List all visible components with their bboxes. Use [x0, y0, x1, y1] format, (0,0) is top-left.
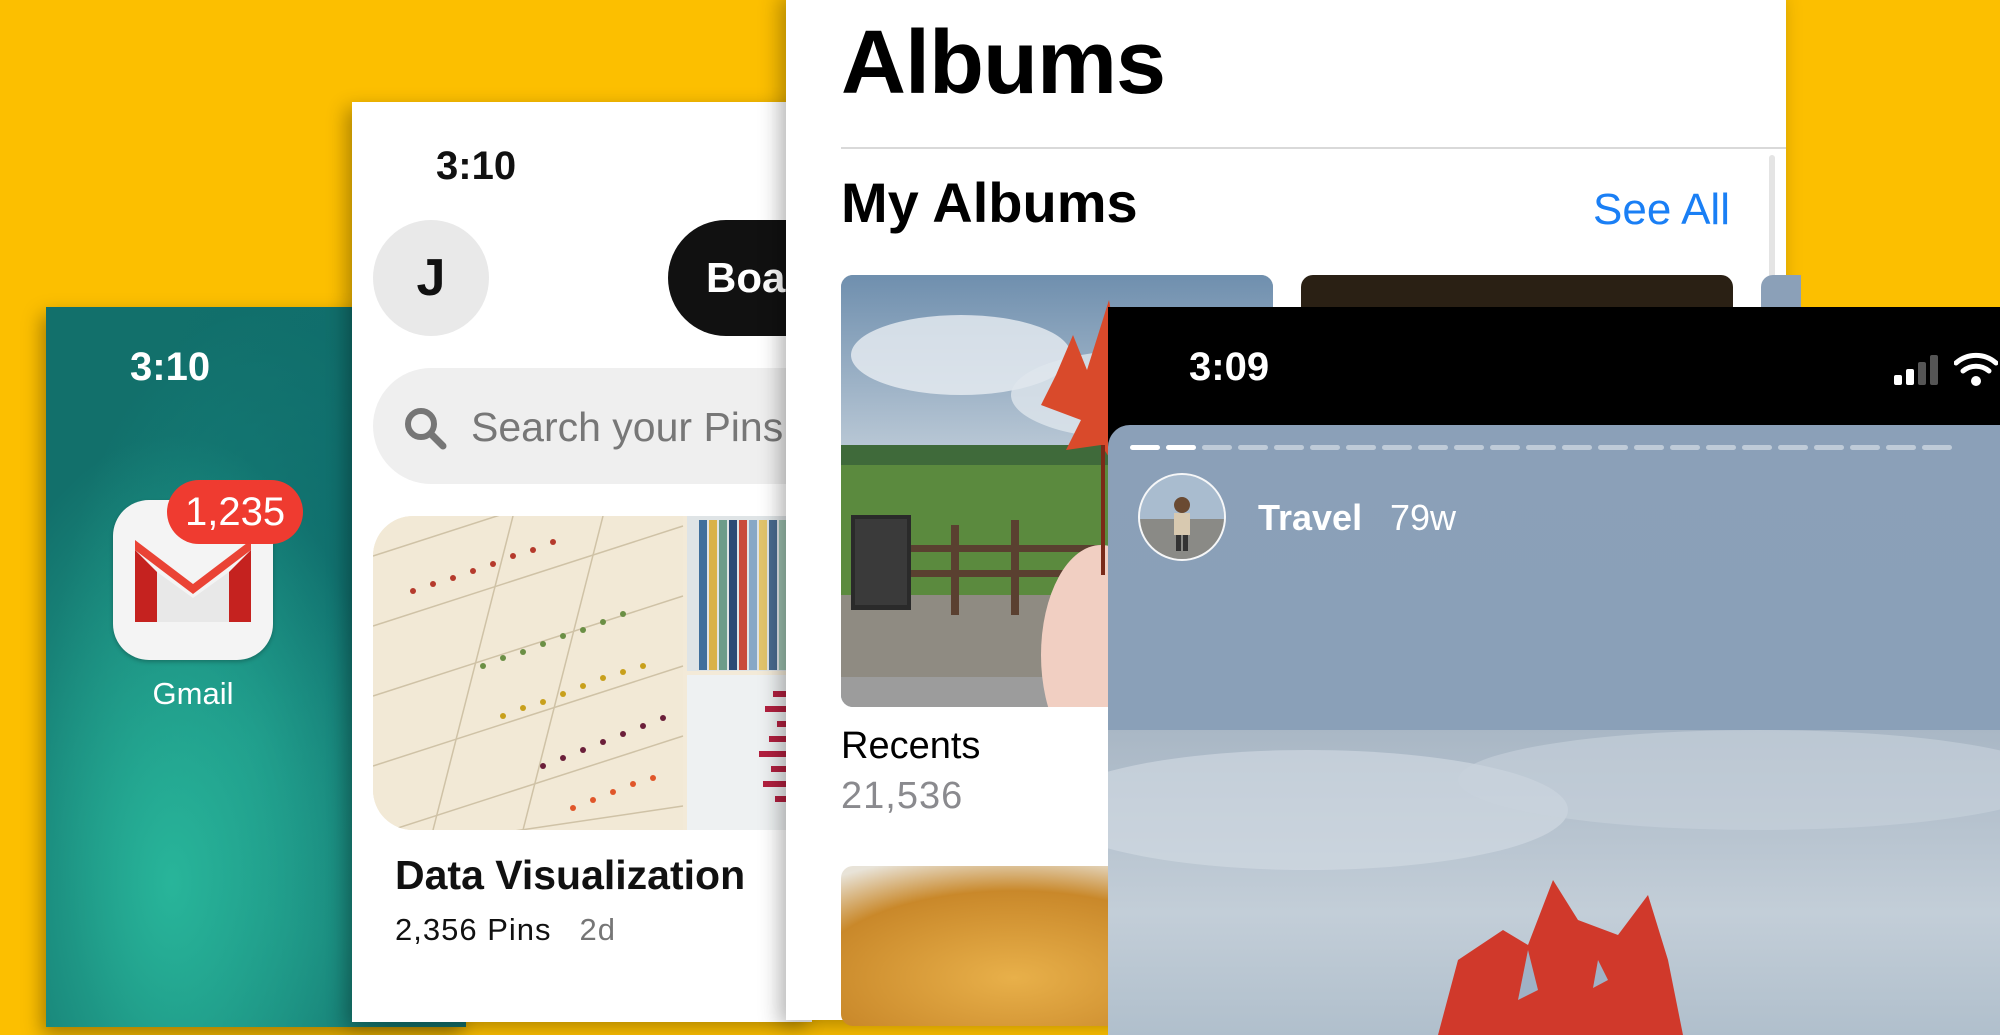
- story-username[interactable]: Travel: [1258, 497, 1362, 539]
- story-progress-segment: [1814, 445, 1844, 450]
- story-viewer-screen: 3:09 Travel 79w: [1108, 307, 2000, 1035]
- notification-badge: 1,235: [167, 480, 304, 544]
- search-icon: [405, 408, 447, 450]
- story-age: 79w: [1390, 497, 1457, 538]
- page-title: Albums: [841, 13, 1166, 113]
- board-meta: 2,356 Pins 2d: [395, 912, 616, 948]
- story-progress-segment: [1130, 445, 1160, 450]
- story-progress-segment: [1418, 445, 1448, 450]
- section-heading: My Albums: [841, 171, 1138, 234]
- profile-avatar[interactable]: J: [373, 220, 489, 336]
- story-progress-segment: [1238, 445, 1268, 450]
- status-bar-time: 3:10: [130, 345, 211, 389]
- story-progress-segment: [1310, 445, 1340, 450]
- story-card[interactable]: Travel 79w: [1108, 425, 2000, 1035]
- gmail-app[interactable]: 1,235 Gmail: [113, 480, 304, 720]
- board-cover-image[interactable]: [373, 516, 833, 830]
- see-all-link[interactable]: See All: [1593, 185, 1730, 235]
- story-progress-segment: [1670, 445, 1700, 450]
- story-progress-segment: [1562, 445, 1592, 450]
- story-avatar[interactable]: [1138, 473, 1226, 561]
- story-progress-segment: [1526, 445, 1556, 450]
- story-progress-segment: [1202, 445, 1232, 450]
- story-progress-segment: [1706, 445, 1736, 450]
- signal-icon: [1894, 355, 1938, 385]
- story-progress-segment: [1886, 445, 1916, 450]
- board-pin-count: 2,356 Pins: [395, 912, 552, 947]
- story-progress-segment: [1850, 445, 1880, 450]
- pinterest-screen: 3:10 J Boa Search your Pins Data Visuali…: [352, 102, 893, 1022]
- story-progress-segment: [1922, 445, 1952, 450]
- story-photo: [1108, 730, 2000, 1035]
- story-progress-segment: [1454, 445, 1484, 450]
- story-progress-segment: [1382, 445, 1412, 450]
- status-bar-time: 3:10: [436, 144, 517, 188]
- story-progress-segment: [1742, 445, 1772, 450]
- album-name[interactable]: Recents: [841, 725, 980, 768]
- board-age: 2d: [579, 912, 616, 947]
- story-progress-segment: [1598, 445, 1628, 450]
- status-bar-time: 3:09: [1189, 345, 1270, 389]
- album-count: 21,536: [841, 775, 964, 817]
- story-progress-segment: [1274, 445, 1304, 450]
- story-progress-segment: [1490, 445, 1520, 450]
- story-progress-segment: [1166, 445, 1196, 450]
- board-title[interactable]: Data Visualization: [395, 852, 745, 899]
- app-label: Gmail: [152, 676, 234, 711]
- story-progress-bar: [1130, 445, 2000, 451]
- story-progress-segment: [1778, 445, 1808, 450]
- story-progress-segment: [1634, 445, 1664, 450]
- divider: [841, 147, 1786, 149]
- wifi-icon: [1954, 352, 1998, 386]
- story-progress-segment: [1346, 445, 1376, 450]
